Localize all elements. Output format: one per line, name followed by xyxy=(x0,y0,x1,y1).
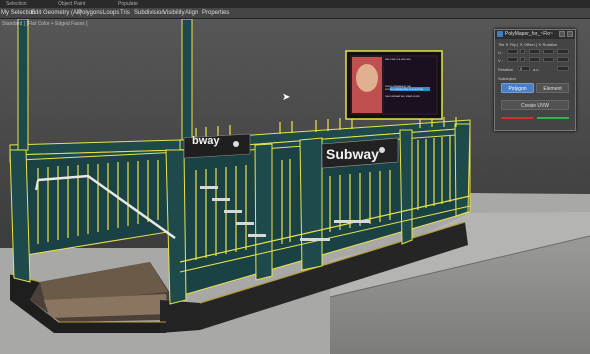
v-rotation-field[interactable] xyxy=(557,57,569,62)
u-tile-field[interactable] xyxy=(507,49,518,54)
minimize-icon[interactable] xyxy=(559,31,565,37)
polymapper-logo-icon xyxy=(497,31,503,37)
top-label-selection[interactable]: Selection xyxy=(6,0,27,8)
polymapper-header: Tile ✕ Flip [ ✕ Offset ] ✕ Rotation xyxy=(498,42,558,47)
rotation-extra-field[interactable] xyxy=(557,66,569,71)
u-offset-field-2[interactable] xyxy=(543,49,554,54)
v-offset-field-2[interactable] xyxy=(543,57,554,62)
poster-line-3: NORTH INTERNATIONAL FILM FESTIVAL xyxy=(385,89,424,91)
create-uvw-button[interactable]: Create UVW xyxy=(501,100,569,110)
ribbon-item-align[interactable]: Align xyxy=(185,8,198,18)
u-label: U : xyxy=(498,50,504,55)
v-label: V : xyxy=(498,58,503,63)
ribbon-item-properties[interactable]: Properties xyxy=(202,8,229,18)
subway-sign-left-text: bway xyxy=(192,135,220,147)
u-offset-field[interactable] xyxy=(529,49,540,54)
polymapper-title: PolyMaper_for_~Flo~ xyxy=(505,31,554,37)
modeling-ribbon: My Selection Edit Geometry (All) Polygon… xyxy=(0,8,590,19)
status-bar-red xyxy=(501,117,533,119)
close-icon[interactable] xyxy=(567,31,573,37)
ribbon-item-geometry[interactable]: Geometry (All) xyxy=(43,8,82,18)
ribbon-item-polygons[interactable]: Polygons xyxy=(78,8,103,18)
ribbon-item-visibility[interactable]: Visibility xyxy=(163,8,185,18)
top-toolbar-strip: Selection Object Paint Populate xyxy=(0,0,590,8)
v-tile-field[interactable] xyxy=(507,57,518,62)
v-offset-field[interactable] xyxy=(529,57,540,62)
mouse-cursor-icon: ➤ xyxy=(282,92,291,103)
poster-text: WELCOME TO A LIFE LESS WORLD PREMIERE AT… xyxy=(385,59,435,99)
element-button[interactable]: Element xyxy=(536,83,569,93)
ribbon-item-loops[interactable]: Loops xyxy=(103,8,119,18)
ac-label: a.c. xyxy=(533,67,540,72)
status-bar-green xyxy=(537,117,569,119)
poster-line-1: WELCOME TO A LIFE LESS xyxy=(385,59,411,61)
poster-line-4: THE DOWNWAY WILL STAND DOWN xyxy=(385,96,420,98)
subway-sign-right-text: Subway xyxy=(326,146,379,162)
u-rotation-field[interactable] xyxy=(557,49,569,54)
v-flip-checkbox[interactable] xyxy=(520,57,525,62)
subobject-label: Subobject xyxy=(498,76,516,81)
polymapper-titlebar[interactable]: PolyMaper_for_~Flo~ xyxy=(495,30,575,39)
polymapper-panel: PolyMaper_for_~Flo~ Tile ✕ Flip [ ✕ Offs… xyxy=(494,29,576,131)
ribbon-item-edit[interactable]: Edit xyxy=(31,8,41,18)
polygon-button[interactable]: Polygon xyxy=(501,83,534,93)
top-label-populate[interactable]: Populate xyxy=(118,0,138,8)
rotation-label: Rotation xyxy=(498,67,513,72)
u-flip-checkbox[interactable] xyxy=(520,49,525,54)
marble-base-front xyxy=(160,300,200,333)
viewport-label[interactable]: Standard ] [Flat Color + Edged Faces ] xyxy=(2,21,87,27)
rotation-field[interactable]: 0 xyxy=(518,66,530,71)
top-label-object-paint[interactable]: Object Paint xyxy=(58,0,85,8)
ribbon-item-tris[interactable]: Tris xyxy=(120,8,130,18)
ribbon-item-subdivision[interactable]: Subdivision xyxy=(134,8,165,18)
